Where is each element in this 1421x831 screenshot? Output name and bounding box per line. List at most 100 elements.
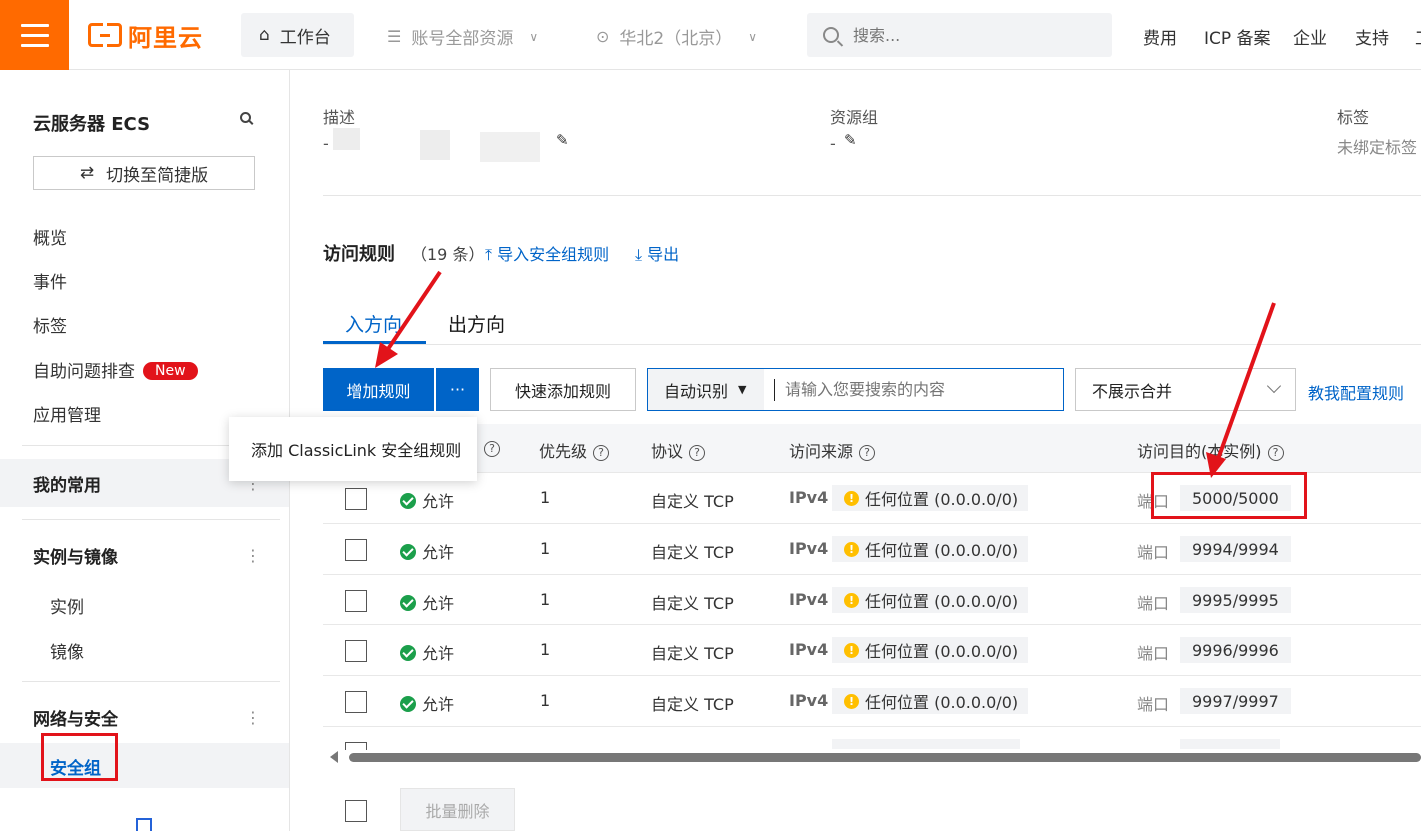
account-resources-dropdown[interactable]: ☰ 账号全部资源 ∨: [387, 24, 538, 49]
row-checkbox[interactable]: [345, 691, 367, 713]
menu-icon[interactable]: [0, 0, 69, 70]
port-tag: 9997/9997: [1180, 688, 1291, 714]
topbar-link-fees[interactable]: 费用: [1143, 24, 1177, 49]
database-icon: ☰: [387, 27, 402, 46]
col-header-source: 访问来源?: [789, 438, 876, 462]
topbar-link-support[interactable]: 支持: [1355, 24, 1389, 49]
swap-icon: ⇄: [79, 163, 95, 183]
protocol-cell: 自定义 TCP: [651, 594, 734, 613]
resource-group-label: 资源组: [830, 108, 879, 127]
priority-cell: 1: [540, 539, 551, 558]
source-text: 任何位置 (0.0.0.0/0): [865, 592, 1019, 611]
row-checkbox[interactable]: [345, 590, 367, 612]
port-label: 端口: [1137, 644, 1170, 663]
location-pin-icon: ⊙: [596, 27, 610, 46]
select-all-checkbox[interactable]: [345, 800, 367, 822]
import-rules-link[interactable]: ⤒ 导入安全组规则: [485, 241, 609, 265]
filter-type-select[interactable]: 自动识别 ▼: [648, 369, 764, 410]
row-checkbox[interactable]: [345, 742, 367, 750]
topbar-link-enterprise[interactable]: 企业: [1293, 24, 1327, 49]
sidebar-item-app-management[interactable]: 应用管理: [33, 401, 101, 426]
help-icon[interactable]: ?: [1267, 445, 1284, 461]
resource-group-value: -: [830, 134, 836, 153]
help-icon[interactable]: ?: [859, 445, 876, 461]
sidebar-search-icon[interactable]: [240, 112, 251, 123]
policy-text: 允许: [422, 695, 455, 714]
batch-delete-button[interactable]: 批量删除: [400, 788, 515, 831]
desc-value-text: -: [323, 134, 329, 153]
priority-cell: 1: [540, 488, 551, 507]
col-header-policy-help[interactable]: ?: [478, 438, 500, 457]
add-rule-button[interactable]: 增加规则: [323, 368, 434, 411]
collapse-panel-icon[interactable]: [136, 818, 152, 831]
quick-add-rule-button[interactable]: 快速添加规则: [490, 368, 636, 411]
source-text: 任何位置 (0.0.0.0/0): [865, 642, 1019, 661]
merge-display-select[interactable]: 不展示合并: [1075, 368, 1296, 411]
help-icon[interactable]: ?: [689, 445, 706, 461]
tab-inbound[interactable]: 入方向: [345, 310, 402, 337]
policy-text: 允许: [422, 644, 455, 663]
scroll-left-icon[interactable]: [330, 751, 338, 763]
edit-pencil-icon[interactable]: ✎: [844, 131, 857, 149]
edit-pencil-icon[interactable]: ✎: [556, 131, 569, 149]
sidebar-item-overview[interactable]: 概览: [33, 224, 67, 249]
tab-outbound[interactable]: 出方向: [448, 310, 505, 337]
more-actions-button[interactable]: ···: [436, 368, 479, 411]
col-header-destination: 访问目的(本实例)?: [1137, 438, 1284, 462]
region-dropdown[interactable]: ⊙ 华北2（北京） ∨: [596, 24, 757, 49]
rule-search-input[interactable]: [775, 380, 1055, 399]
row-checkbox[interactable]: [345, 640, 367, 662]
more-vertical-icon[interactable]: ⋮: [245, 546, 261, 565]
sidebar-item-events[interactable]: 事件: [33, 268, 67, 293]
teach-config-link[interactable]: 教我配置规则: [1308, 380, 1404, 404]
check-circle-icon: [400, 595, 416, 611]
source-text: 任何位置 (0.0.0.0/0): [865, 693, 1019, 712]
col-header-priority-label: 优先级: [539, 442, 588, 461]
source-text: 任何位置 (0.0.0.0/0): [865, 490, 1019, 509]
sidebar-divider: [22, 519, 280, 520]
row-checkbox[interactable]: [345, 488, 367, 510]
merge-display-label: 不展示合并: [1092, 381, 1173, 401]
source-tag: ! 任何位置 (0.0.0.0/0): [832, 485, 1029, 511]
sidebar-divider: [22, 681, 280, 682]
more-vertical-icon[interactable]: ⋮: [245, 708, 261, 727]
policy-cell: 允许: [400, 590, 454, 614]
sidebar-item-images[interactable]: 镜像: [50, 638, 84, 663]
source-tag: [832, 739, 1020, 749]
row-checkbox[interactable]: [345, 539, 367, 561]
global-search-input[interactable]: [853, 25, 1093, 45]
protocol-cell: 自定义 TCP: [651, 492, 734, 511]
help-icon[interactable]: ?: [484, 441, 500, 457]
protocol-cell: 自定义 TCP: [651, 644, 734, 663]
tab-bar-line: [323, 344, 1421, 345]
topbar-link-more[interactable]: 工: [1415, 24, 1421, 49]
port-tag: 9996/9996: [1180, 637, 1291, 663]
access-rules-title: 访问规则: [323, 244, 395, 265]
aliyun-logo[interactable]: 阿里云: [88, 20, 203, 52]
horizontal-scrollbar[interactable]: [349, 753, 1421, 762]
port-label: 端口: [1137, 594, 1170, 613]
policy-cell: 允许: [400, 640, 454, 664]
col-header-protocol-label: 协议: [651, 442, 684, 461]
workbench-button[interactable]: ⌂ 工作台: [241, 13, 354, 57]
protocol-cell: 自定义 TCP: [651, 543, 734, 562]
export-link[interactable]: ⤓ 导出: [635, 241, 679, 265]
download-icon: ⤓: [635, 245, 643, 264]
global-search[interactable]: [807, 13, 1112, 57]
sidebar-group-instances-images[interactable]: 实例与镜像 ⋮: [0, 531, 289, 579]
sidebar-item-tags[interactable]: 标签: [33, 312, 67, 337]
warning-icon: !: [844, 541, 859, 557]
redacted-block: [333, 128, 360, 150]
help-icon[interactable]: ?: [593, 445, 610, 461]
sidebar-item-troubleshoot[interactable]: 自助问题排查 New: [33, 357, 198, 382]
topbar-link-icp[interactable]: ICP 备案: [1204, 24, 1271, 49]
sidebar-item-instances[interactable]: 实例: [50, 593, 84, 618]
add-classiclink-rule-menu-item[interactable]: 添加 ClassicLink 安全组规则: [229, 417, 477, 481]
ip-version-cell: IPv4: [789, 590, 829, 609]
policy-text: 允许: [422, 594, 455, 613]
priority-cell: 1: [540, 691, 551, 710]
ip-version-cell: IPv4: [789, 640, 829, 659]
switch-simple-mode-button[interactable]: ⇄ 切换至简捷版: [33, 156, 255, 190]
row-divider: [323, 624, 1421, 625]
sidebar-group-network-security-label: 网络与安全: [33, 709, 118, 730]
